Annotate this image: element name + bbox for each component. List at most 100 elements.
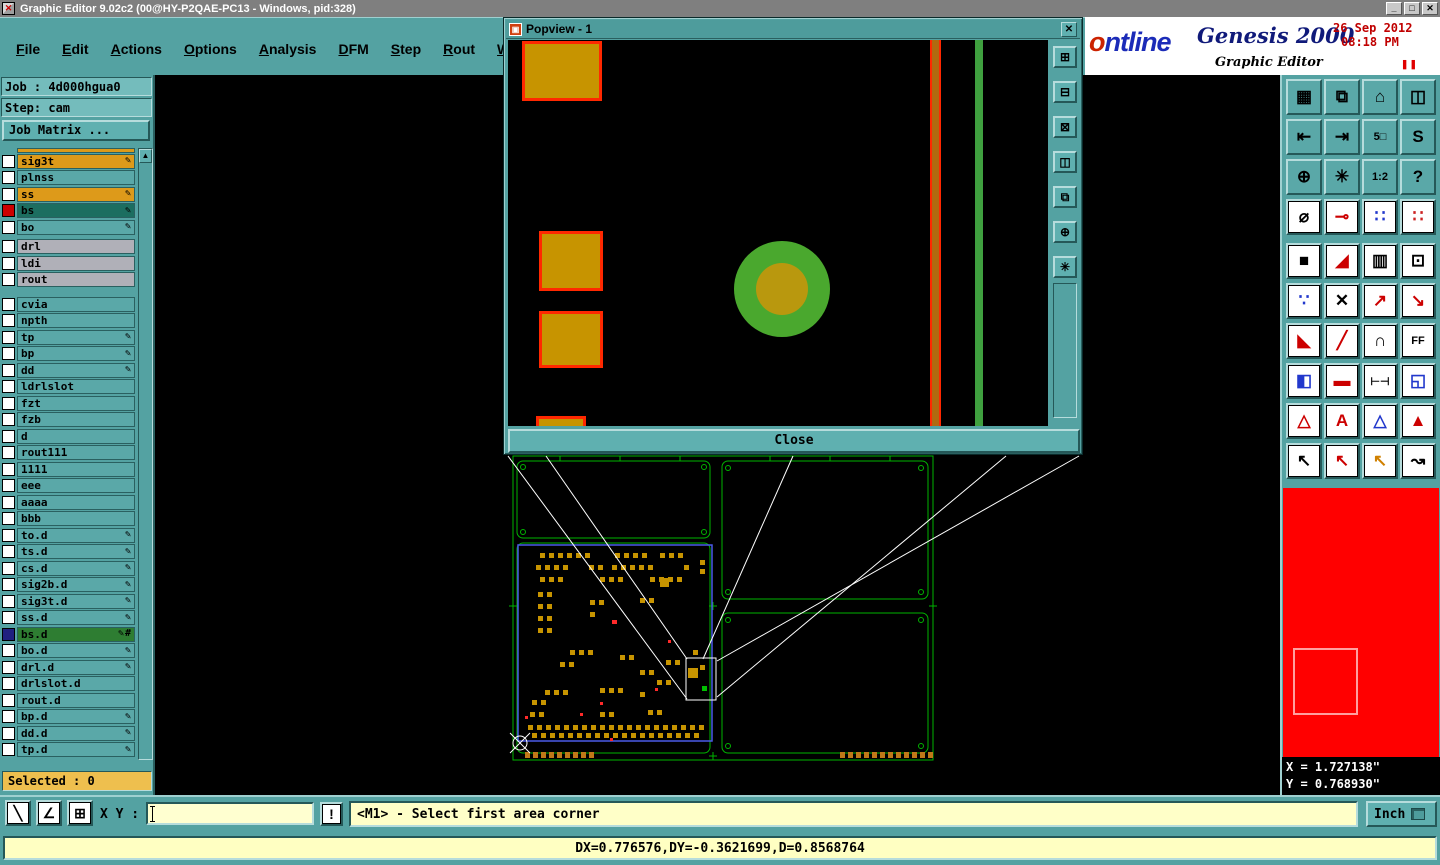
layer-checkbox[interactable]: [2, 413, 15, 426]
menu-step[interactable]: Step: [391, 41, 421, 57]
layer-name[interactable]: bs ✎: [17, 203, 135, 218]
layer-row-ldrlslot[interactable]: ldrlslot: [2, 379, 137, 395]
layer-row-cs.d[interactable]: cs.d ✎: [2, 560, 137, 576]
layer-name[interactable]: dd.d ✎: [17, 725, 135, 741]
layer-row-eee[interactable]: eee: [2, 478, 137, 494]
pv-close-window[interactable]: ⊠: [1053, 116, 1077, 138]
layer-row-ss.d[interactable]: ss.d ✎: [2, 610, 137, 626]
menu-actions[interactable]: Actions: [111, 41, 162, 57]
layer-name[interactable]: fzb: [17, 412, 135, 427]
tool-zoom-fit[interactable]: ⊕: [1286, 159, 1322, 195]
layer-checkbox[interactable]: [2, 512, 15, 525]
layer-checkbox[interactable]: [2, 495, 15, 509]
layer-name[interactable]: plnss: [17, 170, 135, 185]
layer-row-sig3t.d[interactable]: sig3t.d ✎: [2, 593, 137, 609]
layer-checkbox[interactable]: [2, 726, 15, 740]
layer-name[interactable]: fzt: [17, 395, 135, 411]
layer-row-rout111[interactable]: rout111: [2, 445, 137, 461]
tool-mirror-f[interactable]: FF: [1400, 323, 1436, 359]
layer-preview-panel[interactable]: [1283, 488, 1439, 757]
layer-row-drl.d[interactable]: drl.d ✎: [2, 659, 137, 675]
layer-name[interactable]: drl: [17, 239, 135, 254]
layer-checkbox[interactable]: [2, 561, 15, 575]
layer-row-rout[interactable]: rout: [2, 272, 137, 288]
popview-canvas[interactable]: [508, 40, 1048, 426]
layer-row-bp[interactable]: bp ✎: [2, 346, 137, 362]
layer-checkbox[interactable]: [2, 297, 15, 311]
layer-row-bo[interactable]: bo ✎: [2, 219, 137, 235]
layer-name[interactable]: ldi: [17, 255, 135, 271]
layer-scrollbar[interactable]: ▲: [138, 148, 153, 760]
layer-name[interactable]: drlslot.d: [17, 676, 135, 691]
window-titlebar[interactable]: ✕ Graphic Editor 9.02c2 (00@HY-P2QAE-PC1…: [0, 0, 1440, 17]
layer-name[interactable]: bo ✎: [17, 219, 135, 235]
tool-net-points-blue[interactable]: ∷: [1362, 199, 1398, 235]
layer-checkbox[interactable]: [2, 611, 15, 624]
layer-row-ss[interactable]: ss ✎: [2, 186, 137, 202]
layer-checkbox[interactable]: [2, 396, 15, 410]
layer-checkbox[interactable]: [2, 594, 15, 608]
layer-checkbox[interactable]: [2, 545, 15, 558]
tool-screen-view[interactable]: ⧉: [1324, 79, 1360, 115]
popview-close-icon[interactable]: ✕: [1061, 21, 1077, 37]
layer-name[interactable]: tp ✎: [17, 329, 135, 345]
layer-checkbox[interactable]: [2, 710, 15, 723]
layer-name[interactable]: sig2b.d ✎: [17, 577, 135, 592]
layer-row-ldi[interactable]: ldi: [2, 255, 137, 271]
tool-arc[interactable]: ∩: [1362, 323, 1398, 359]
layer-checkbox[interactable]: [2, 627, 15, 641]
pv-remove-window[interactable]: ⊟: [1053, 81, 1077, 103]
layer-row-fzb[interactable]: fzb: [2, 412, 137, 428]
layer-row-npth[interactable]: npth: [2, 313, 137, 329]
layer-checkbox[interactable]: [2, 314, 15, 327]
pv-duplicate-window[interactable]: ⧉: [1053, 186, 1077, 208]
tool-zoom-in-window[interactable]: ⇤: [1286, 119, 1322, 155]
layer-checkbox[interactable]: [2, 446, 15, 459]
tool-split-view[interactable]: ◫: [1400, 79, 1436, 115]
tool-help[interactable]: ?: [1400, 159, 1436, 195]
layer-name[interactable]: ldrlslot: [17, 379, 135, 394]
minimize-button[interactable]: _: [1386, 2, 1402, 15]
tool-pad-select[interactable]: ■: [1286, 243, 1322, 279]
layer-name[interactable]: rout: [17, 272, 135, 287]
layer-name[interactable]: d: [17, 428, 135, 444]
pv-pan-window[interactable]: ✳: [1053, 256, 1077, 278]
layer-name[interactable]: cs.d ✎: [17, 560, 135, 576]
tool-hatch[interactable]: ▥: [1362, 243, 1398, 279]
tool-zoom-5[interactable]: 5□: [1362, 119, 1398, 155]
layer-checkbox[interactable]: [2, 578, 15, 591]
layer-checkbox[interactable]: [2, 220, 15, 234]
exclaim-button[interactable]: !: [320, 802, 343, 826]
pv-new-window[interactable]: ⊞: [1053, 46, 1077, 68]
xy-input[interactable]: [146, 802, 314, 825]
layer-checkbox[interactable]: [2, 660, 15, 674]
layer-row-to.d[interactable]: to.d ✎: [2, 527, 137, 543]
layer-row-dd.d[interactable]: dd.d ✎: [2, 725, 137, 741]
layer-name[interactable]: ts.d ✎: [17, 544, 135, 559]
tool-home-view[interactable]: ⌂: [1362, 79, 1398, 115]
layer-name[interactable]: ss ✎: [17, 186, 135, 202]
tool-pan[interactable]: ✳: [1324, 159, 1360, 195]
layer-checkbox[interactable]: [2, 380, 15, 393]
tool-select-point[interactable]: ↖: [1324, 443, 1360, 479]
layer-row-bo.d[interactable]: bo.d ✎: [2, 643, 137, 659]
layer-checkbox[interactable]: [2, 171, 15, 184]
menu-file[interactable]: File: [16, 41, 40, 57]
layer-row-sig3t[interactable]: sig3t ✎: [2, 153, 137, 169]
scroll-up-icon[interactable]: ▲: [139, 149, 152, 163]
layer-name[interactable]: bo.d ✎: [17, 643, 135, 658]
layer-row-bbb[interactable]: bbb: [2, 511, 137, 527]
layer-name[interactable]: rout.d: [17, 692, 135, 708]
layer-checkbox[interactable]: [2, 479, 15, 492]
tool-delete-point[interactable]: ✕: [1324, 283, 1360, 319]
tool-select-query[interactable]: ↖: [1362, 443, 1398, 479]
layer-row-rout.d[interactable]: rout.d: [2, 692, 137, 708]
job-matrix-button[interactable]: Job Matrix ...: [2, 120, 150, 141]
units-button[interactable]: Inch: [1366, 801, 1437, 827]
layer-row-cvia[interactable]: cvia: [2, 296, 137, 312]
tool-dotted-frame[interactable]: ⊡: [1400, 243, 1436, 279]
tool-zoom-out-window[interactable]: ⇥: [1324, 119, 1360, 155]
popview-titlebar[interactable]: ▣ Popview - 1 ✕: [506, 20, 1080, 39]
layer-name[interactable]: 1111: [17, 461, 135, 477]
layer-checkbox[interactable]: [2, 462, 15, 476]
